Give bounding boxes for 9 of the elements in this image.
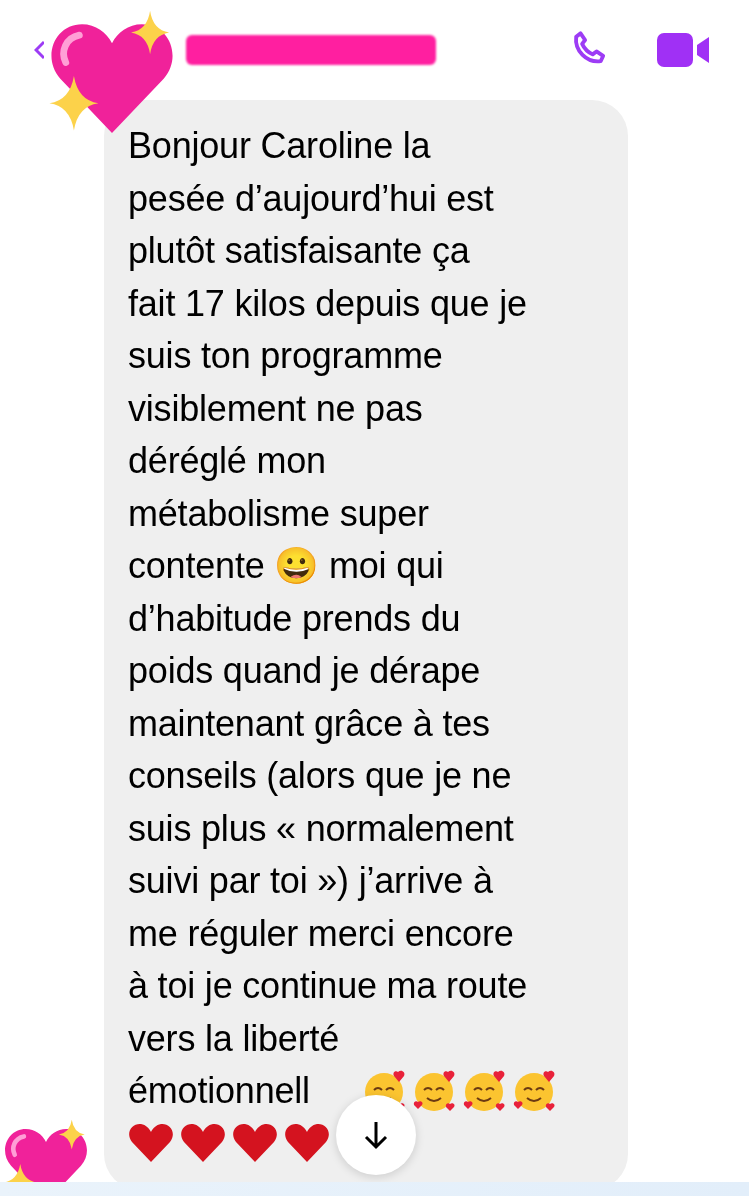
heart-icon — [128, 1121, 174, 1164]
back-icon[interactable] — [34, 40, 44, 60]
heart-icon — [232, 1121, 278, 1164]
heart-icon — [180, 1121, 226, 1164]
down-arrow-icon — [363, 1120, 389, 1150]
scroll-down-button[interactable] — [336, 1095, 416, 1175]
heart-icon — [284, 1121, 330, 1164]
message-text-end: émotionnell — [128, 1070, 310, 1113]
video-camera-icon[interactable] — [657, 33, 709, 67]
